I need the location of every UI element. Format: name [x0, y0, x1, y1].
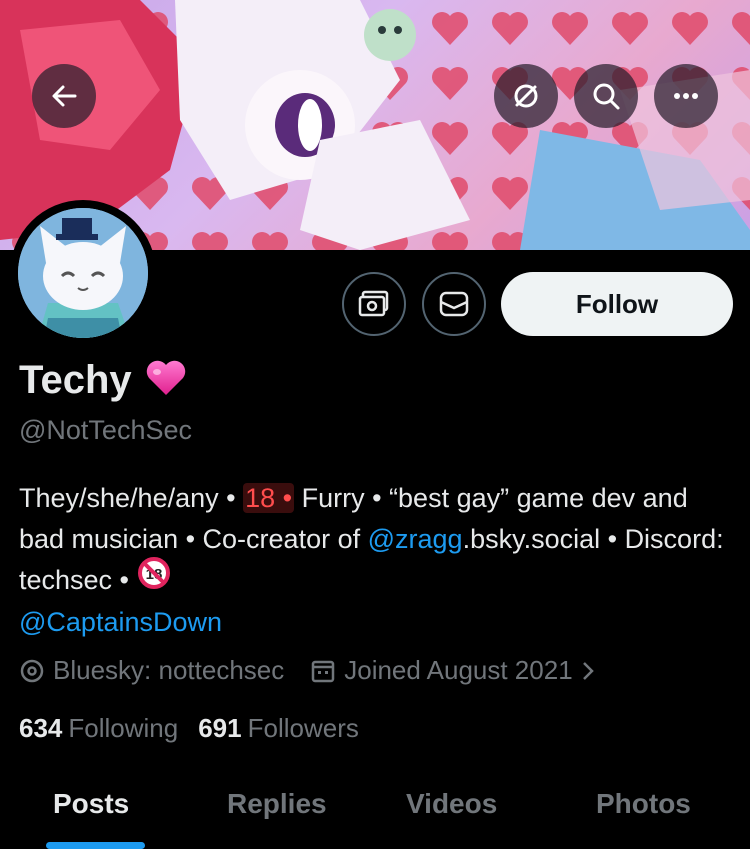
subscribe-button[interactable] [342, 272, 406, 336]
search-icon [593, 83, 620, 110]
more-horizontal-icon [674, 93, 698, 99]
tab-videos[interactable]: Videos [406, 788, 497, 820]
avatar[interactable] [10, 200, 156, 346]
mention-link[interactable]: @zragg [368, 524, 463, 554]
follow-stats: 634 Following 691 Followers [19, 713, 379, 744]
arrow-left-icon [52, 85, 77, 107]
following-label: Following [68, 713, 179, 743]
profile-tabs: Posts Replies Videos Photos [0, 770, 750, 849]
followers-stat[interactable]: 691 Followers [198, 713, 359, 744]
joined-item[interactable]: Joined August 2021 [310, 655, 594, 686]
profile-name-row: Techy [19, 358, 188, 403]
location-text: Bluesky: nottechsec [53, 655, 285, 685]
profile-bio: They/she/he/any • 18 • Furry • “best gay… [19, 478, 739, 643]
following-count: 634 [19, 713, 63, 743]
calendar-icon [311, 660, 335, 682]
message-button[interactable] [422, 272, 486, 336]
followers-label: Followers [247, 713, 359, 743]
follow-button[interactable]: Follow [501, 272, 733, 336]
tab-replies[interactable]: Replies [227, 788, 327, 820]
no-under-18-icon: 18 [137, 556, 171, 602]
bio-age: 18 • [243, 483, 295, 513]
following-stat[interactable]: 634 Following [19, 713, 178, 744]
no-sync-icon [514, 84, 538, 108]
location-item: Bluesky: nottechsec [19, 655, 284, 686]
chevron-right-icon [582, 661, 594, 680]
followers-count: 691 [198, 713, 242, 743]
heart-emoji [144, 358, 188, 403]
display-name: Techy [19, 358, 132, 402]
bio-text: They/she/he/any • [19, 483, 244, 513]
sync-button[interactable] [494, 64, 558, 128]
tab-posts[interactable]: Posts [53, 788, 129, 820]
grok-image-icon [358, 290, 389, 317]
active-tab-indicator [46, 842, 145, 849]
avatar-image [18, 208, 148, 338]
back-button[interactable] [32, 64, 96, 128]
mention-link[interactable]: @CaptainsDown [19, 607, 222, 637]
tab-photos[interactable]: Photos [596, 788, 691, 820]
joined-text: Joined August 2021 [344, 655, 573, 685]
profile-meta: Bluesky: nottechsec Joined August 2021 [19, 655, 621, 686]
profile-handle: @NotTechSec [19, 415, 192, 445]
search-button[interactable] [574, 64, 638, 128]
more-button[interactable] [654, 64, 718, 128]
envelope-icon [439, 291, 469, 317]
location-pin-icon [20, 659, 44, 682]
